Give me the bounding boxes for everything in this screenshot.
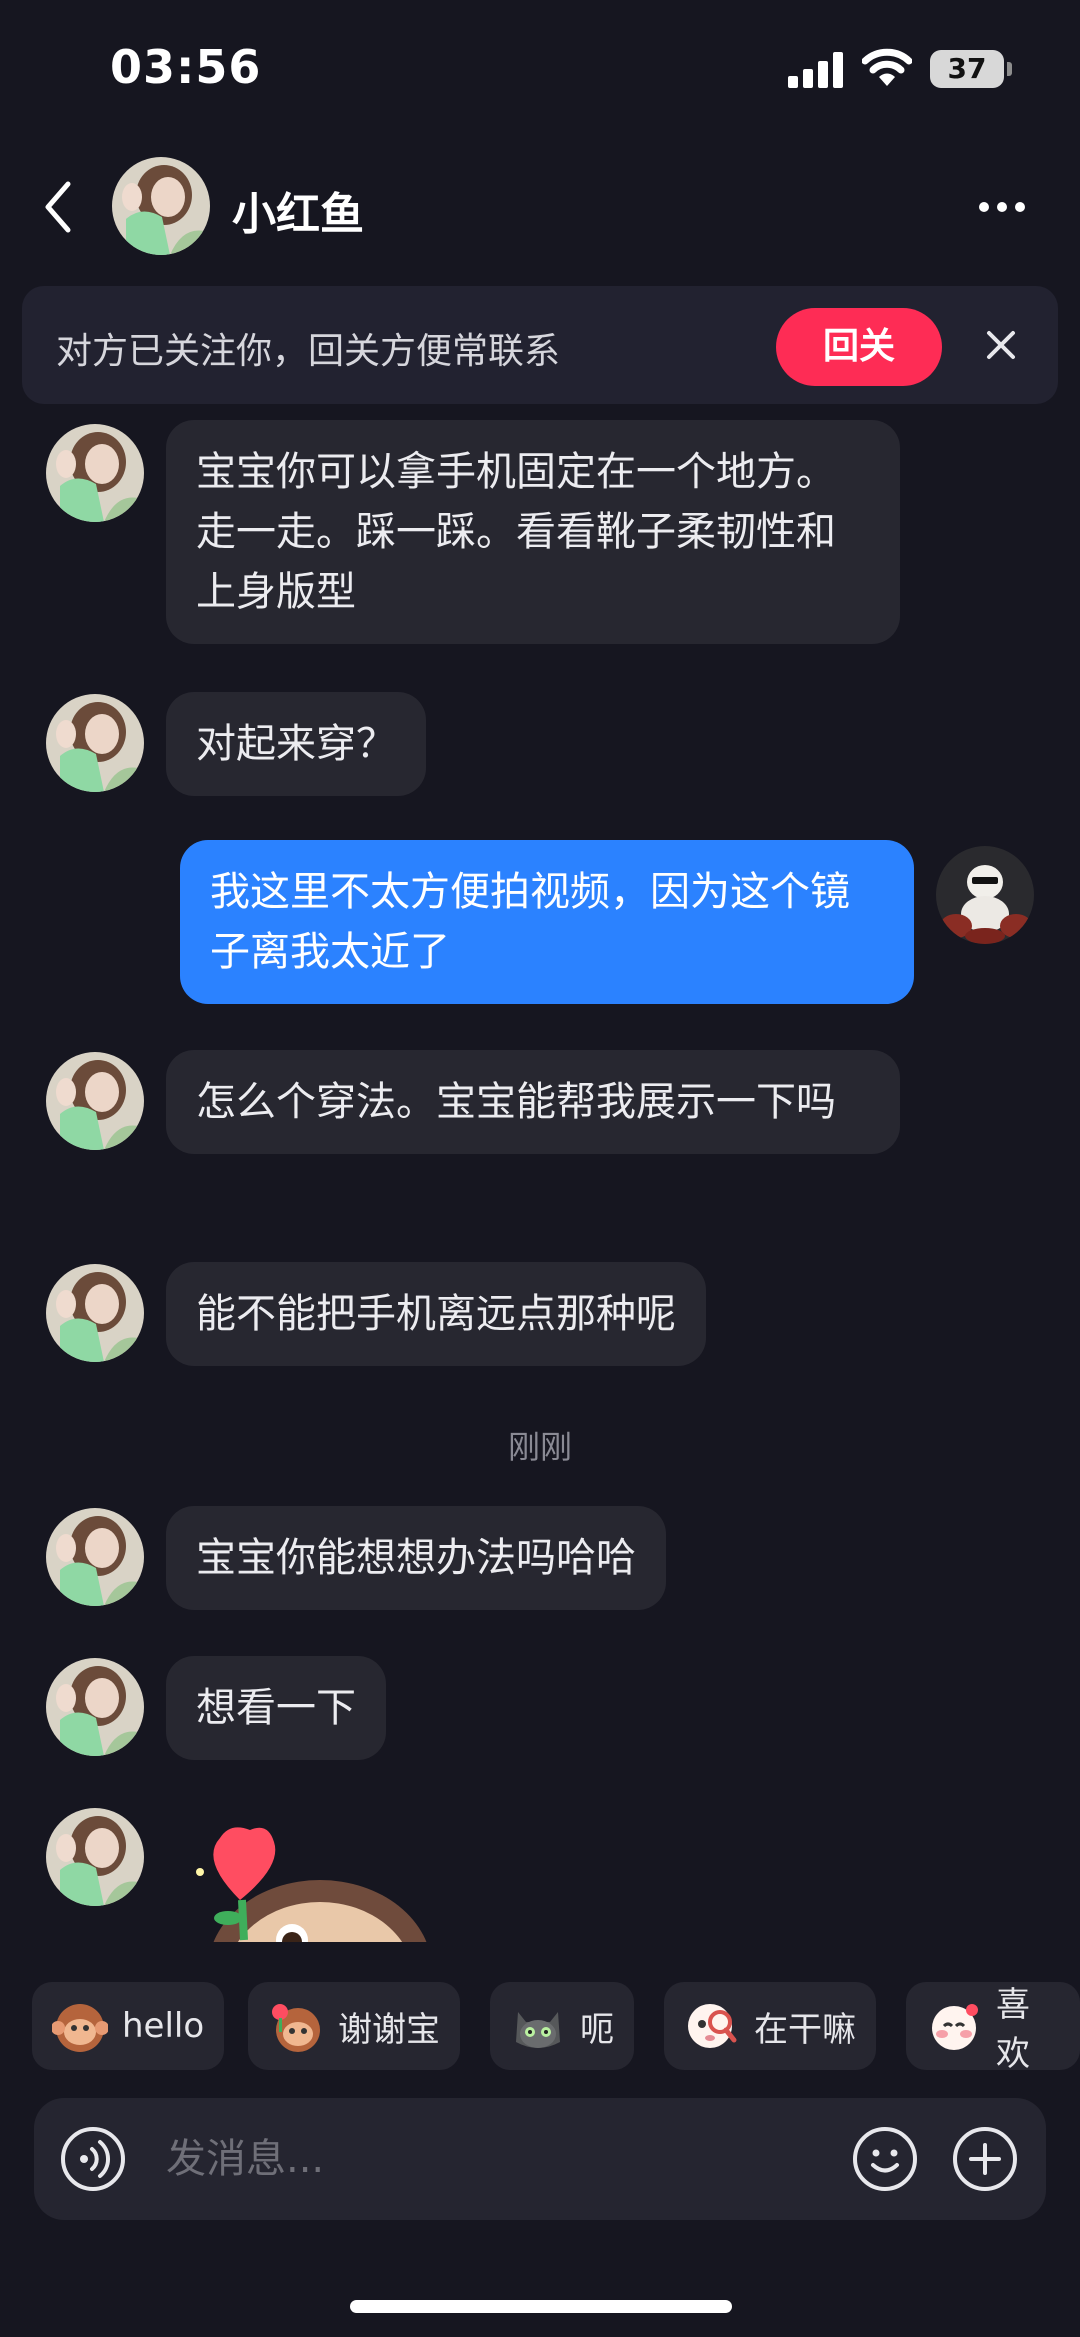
contact-avatar[interactable] <box>46 1508 144 1606</box>
quick-reply-label: hello <box>122 2006 205 2046</box>
plus-icon[interactable] <box>952 2126 1018 2192</box>
cat-emoji-icon <box>510 1998 566 2054</box>
avatar-image <box>46 1508 144 1606</box>
avatar-image <box>46 1808 144 1906</box>
emoji-icon[interactable] <box>852 2126 918 2192</box>
contact-avatar[interactable] <box>46 694 144 792</box>
contact-avatar[interactable] <box>46 1658 144 1756</box>
monkey-rose-emoji-icon <box>268 1998 324 2054</box>
quick-reply-what-doing[interactable]: 在干嘛 <box>664 1982 876 2070</box>
battery-level: 37 <box>947 52 987 85</box>
contact-avatar[interactable] <box>112 157 210 255</box>
message-bubble-received[interactable]: 对起来穿？ <box>166 692 426 796</box>
message-bubble-received[interactable]: 宝宝你可以拿手机固定在一个地方。走一走。踩一踩。看看靴子柔韧性和上身版型 <box>166 420 900 644</box>
close-icon[interactable] <box>982 326 1020 364</box>
wifi-icon <box>862 48 912 86</box>
avatar-image <box>46 1052 144 1150</box>
more-icon[interactable] <box>978 200 1026 214</box>
quick-reply-label: 谢谢宝 <box>338 2009 440 2050</box>
quick-reply-hello[interactable]: hello <box>32 1982 225 2070</box>
battery-icon: 37 <box>930 50 1004 88</box>
avatar-image <box>46 1264 144 1362</box>
banner-text: 对方已关注你，回关方便常联系 <box>56 331 561 372</box>
home-indicator[interactable] <box>350 2300 732 2313</box>
quick-reply-uh[interactable]: 呃 <box>490 1982 634 2070</box>
blush-face-emoji-icon <box>926 1998 982 2054</box>
avatar-image <box>46 424 144 522</box>
voice-icon[interactable] <box>60 2126 126 2192</box>
message-bubble-received[interactable]: 想看一下 <box>166 1656 386 1760</box>
status-time: 03:56 <box>110 40 262 94</box>
message-input[interactable] <box>166 2128 846 2190</box>
time-separator: 刚刚 <box>507 1428 572 1466</box>
message-input-bar <box>34 2098 1046 2220</box>
signal-icon <box>788 52 843 88</box>
my-avatar[interactable] <box>936 846 1034 944</box>
search-face-emoji-icon <box>684 1998 740 2054</box>
quick-reply-label: 喜欢 <box>996 1985 1030 2074</box>
quick-reply-label: 呃 <box>580 2009 614 2050</box>
message-bubble-received[interactable]: 宝宝你能想想办法吗哈哈 <box>166 1506 666 1610</box>
avatar-image <box>112 157 210 255</box>
follow-back-banner: 对方已关注你，回关方便常联系 回关 <box>22 286 1058 404</box>
avatar-image <box>936 846 1034 944</box>
contact-avatar[interactable] <box>46 1052 144 1150</box>
sticker-image <box>196 1827 427 1942</box>
quick-reply-thanks[interactable]: 谢谢宝 <box>248 1982 460 2070</box>
quick-reply-like[interactable]: 喜欢 <box>906 1982 1080 2074</box>
message-bubble-received[interactable]: 怎么个穿法。宝宝能帮我展示一下吗 <box>166 1050 900 1154</box>
avatar-image <box>46 1658 144 1756</box>
avatar-image <box>46 694 144 792</box>
back-icon[interactable] <box>40 178 76 236</box>
message-bubble-sent[interactable]: 我这里不太方便拍视频，因为这个镜子离我太近了 <box>180 840 914 1004</box>
battery-nub <box>1007 62 1012 76</box>
contact-avatar[interactable] <box>46 424 144 522</box>
contact-avatar[interactable] <box>46 1264 144 1362</box>
message-bubble-received[interactable]: 能不能把手机离远点那种呢 <box>166 1262 706 1366</box>
contact-name: 小红鱼 <box>232 189 364 240</box>
follow-back-button[interactable]: 回关 <box>776 308 942 386</box>
monkey-emoji-icon <box>51 1998 109 2054</box>
contact-avatar[interactable] <box>46 1808 144 1906</box>
quick-reply-label: 在干嘛 <box>754 2009 856 2050</box>
rose-face-sticker[interactable] <box>180 1820 440 1942</box>
